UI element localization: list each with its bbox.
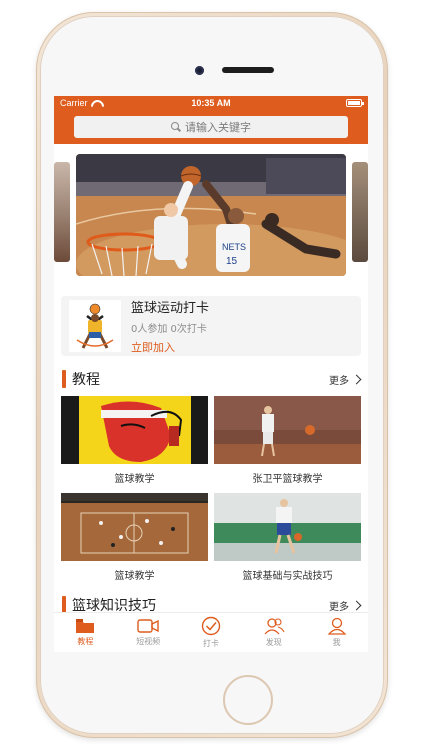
tutorial-card[interactable]: 篮球教学 (61, 493, 208, 582)
tab-checkin[interactable]: 打卡 (180, 613, 243, 652)
skills-more-button[interactable]: 更多 (329, 598, 362, 613)
tutorial-label: 篮球基础与实战技巧 (242, 571, 333, 582)
banner-prev-peek[interactable] (54, 162, 70, 262)
checkin-card[interactable]: 篮球运动打卡 0人参加 0次打卡 立即加入 (61, 296, 361, 356)
tutorials-section-header: 教程 更多 (62, 368, 362, 390)
skills-section-title: 篮球知识技巧 (72, 598, 156, 612)
tab-label: 发现 (265, 638, 282, 647)
folder-icon (76, 619, 95, 633)
more-label: 更多 (329, 601, 349, 613)
tutorial-thumbnail (61, 493, 208, 561)
checkin-thumbnail (69, 300, 121, 352)
tab-discover[interactable]: 发现 (242, 613, 305, 652)
bottom-tab-bar: 教程 短视频 打卡 发现 我 (54, 612, 368, 652)
status-bar: Carrier 10:35 AM (54, 96, 368, 110)
battery-icon (346, 99, 364, 107)
checkin-stats: 0人参加 0次打卡 (131, 324, 207, 335)
tab-label: 打卡 (202, 639, 219, 648)
app-screen: Carrier 10:35 AM 请输入关键字 NETS 15 篮球运动打卡 0… (54, 96, 368, 652)
section-accent-bar (62, 596, 66, 612)
skills-section-header: 篮球知识技巧 更多 (62, 594, 362, 613)
join-now-link[interactable]: 立即加入 (131, 339, 209, 355)
tutorials-section-title: 教程 (72, 372, 100, 388)
svg-text:NETS: NETS (222, 242, 246, 252)
tutorial-label: 篮球教学 (114, 474, 155, 485)
home-button[interactable] (223, 675, 273, 725)
tutorial-label: 张卫平篮球教学 (252, 474, 323, 485)
chevron-right-icon (351, 600, 362, 610)
search-icon (171, 122, 181, 132)
front-camera (195, 66, 204, 75)
search-input[interactable]: 请输入关键字 (74, 116, 348, 138)
more-label: 更多 (329, 375, 349, 387)
status-time: 10:35 AM (191, 98, 231, 108)
tutorial-card[interactable]: 张卫平篮球教学 (214, 396, 361, 485)
tutorial-card[interactable]: 篮球基础与实战技巧 (214, 493, 361, 582)
section-accent-bar (62, 370, 66, 388)
tab-label: 我 (332, 638, 341, 647)
scroll-content[interactable]: NETS 15 篮球运动打卡 0人参加 0次打卡 立即加入 教程 更多 篮球教学… (54, 144, 368, 612)
person-icon (327, 617, 347, 635)
checkin-title: 篮球运动打卡 (131, 301, 210, 316)
tab-tutorials[interactable]: 教程 (54, 613, 117, 652)
tutorial-thumbnail (214, 493, 361, 561)
banner-next-peek[interactable] (352, 162, 368, 262)
tutorials-grid: 篮球教学 张卫平篮球教学 篮球教学 篮球基础与实战技巧 (54, 396, 368, 590)
search-placeholder: 请输入关键字 (185, 121, 251, 134)
svg-text:15: 15 (226, 256, 238, 267)
tab-me[interactable]: 我 (305, 613, 368, 652)
tutorial-label: 篮球教学 (114, 571, 155, 582)
tab-short-video[interactable]: 短视频 (117, 613, 180, 652)
banner-carousel[interactable]: NETS 15 (54, 154, 368, 286)
video-icon (137, 619, 159, 633)
tutorials-more-button[interactable]: 更多 (329, 372, 362, 387)
check-circle-icon (201, 616, 221, 636)
tab-label: 教程 (77, 637, 94, 646)
banner-image[interactable]: NETS 15 (76, 154, 346, 276)
tab-label: 短视频 (136, 637, 161, 646)
tutorial-card[interactable]: 篮球教学 (61, 396, 208, 485)
earpiece-speaker (222, 67, 274, 73)
tutorial-thumbnail (214, 396, 361, 464)
tutorial-thumbnail (61, 396, 208, 464)
header-search-area: 请输入关键字 (54, 110, 368, 144)
people-icon (264, 618, 285, 635)
chevron-right-icon (351, 374, 362, 384)
